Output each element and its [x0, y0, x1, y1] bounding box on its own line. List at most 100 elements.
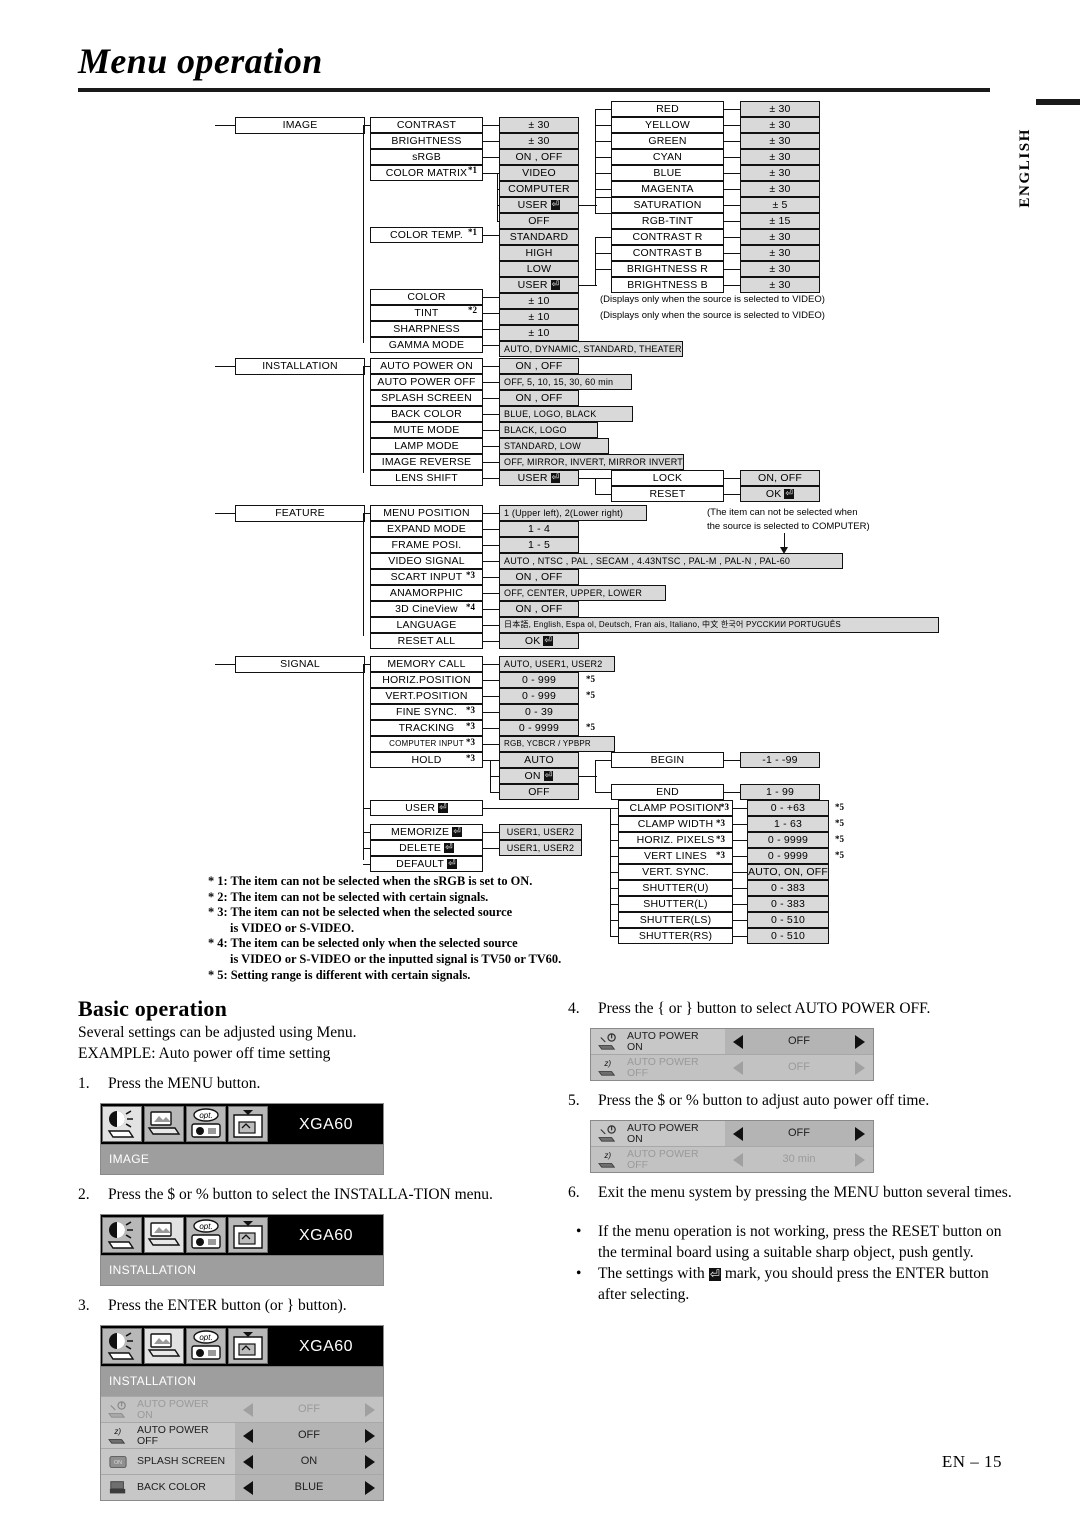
osd-row-auto-power-off[interactable]: z) AUTO POWER OFF OFF [591, 1054, 873, 1080]
bullet-1: • If the menu operation is not working, p… [568, 1221, 1020, 1263]
footnote-ref-3h: *3 [716, 834, 725, 844]
tree-value-vert-sync: AUTO, ON, OFF [747, 864, 829, 880]
tree-item-reset-all: RESET ALL [370, 633, 483, 649]
footnote-ref-3f: *3 [720, 802, 729, 812]
tab-installation-icon[interactable] [144, 1217, 184, 1253]
osd-row-value-control[interactable]: OFF [725, 1055, 873, 1080]
tree-value-contrast: ± 30 [499, 117, 579, 133]
tree-value-color: ± 10 [499, 293, 579, 309]
arrow-right-icon[interactable] [855, 1126, 865, 1141]
footnote-ref-3e: *3 [466, 753, 475, 763]
osd-row-auto-power-on[interactable]: AUTO POWER ON OFF [591, 1029, 873, 1054]
tab-image-icon[interactable] [102, 1217, 142, 1253]
arrow-left-icon[interactable] [243, 1402, 253, 1417]
bullet-mark: • [576, 1223, 582, 1240]
osd-row-value-control[interactable]: 30 min [725, 1147, 873, 1172]
footnote-ref-3b: *3 [466, 705, 475, 715]
osd-row-label: AUTO POWER OFF [627, 1055, 699, 1079]
osd-row-value-control[interactable]: OFF [235, 1397, 383, 1422]
tree-value-lens-shift: USER ⏎ [499, 470, 579, 486]
tree-item-contrast-r: CONTRAST R [611, 229, 724, 245]
arrow-left-icon[interactable] [733, 1060, 743, 1075]
tree-value-shutter-rs: 0 - 510 [747, 928, 829, 944]
tree-item-color-matrix: COLOR MATRIX [370, 165, 483, 181]
tree-value-tracking: 0 - 9999 [499, 720, 579, 736]
tree-item-brightness-b: BRIGHTNESS B [611, 277, 724, 293]
tree-value-end: 1 - 99 [740, 784, 820, 800]
footnote-3: * 3: The item can not be selected when t… [208, 905, 513, 920]
basic-intro-line2: EXAMPLE: Auto power off time setting [78, 1045, 331, 1062]
arrow-right-icon[interactable] [365, 1402, 375, 1417]
tree-item-brightness: BRIGHTNESS [370, 133, 483, 149]
arrow-right-icon[interactable] [855, 1060, 865, 1075]
auto-power-on-icon [591, 1124, 625, 1143]
arrow-right-icon[interactable] [365, 1480, 375, 1495]
tab-feature-icon[interactable]: opt. [186, 1328, 226, 1364]
tree-value-shutter-l: 0 - 383 [747, 896, 829, 912]
osd-menu-title-1: IMAGE [101, 1144, 383, 1174]
osd-row-value-control[interactable]: OFF [725, 1121, 873, 1146]
tree-value-splash-screen: ON , OFF [499, 390, 579, 406]
arrow-right-icon[interactable] [855, 1034, 865, 1049]
tab-signal-icon[interactable] [228, 1217, 268, 1253]
footnote-ref-3d: *3 [466, 737, 475, 747]
osd-screenshot-installation-tab: opt. XGA60 INSTALLATION [100, 1214, 384, 1286]
osd-row-value-control[interactable]: OFF [235, 1423, 383, 1448]
svg-text:opt.: opt. [199, 1111, 212, 1120]
osd-row-auto-power-off[interactable]: z) AUTO POWER OFF 30 min [591, 1146, 873, 1172]
arrow-left-icon[interactable] [733, 1152, 743, 1167]
tab-feature-icon[interactable]: opt. [186, 1106, 226, 1142]
osd-row-value-control[interactable]: BLUE [235, 1475, 383, 1500]
footnote-ref-5e: *5 [835, 818, 844, 828]
right-text-column: 4. Press the { or } button to select AUTO… [568, 998, 1020, 1305]
tree-value-ct-high: HIGH [499, 245, 579, 261]
tree-root-installation: INSTALLATION [235, 358, 365, 375]
osd-row-auto-power-on[interactable]: AUTO POWER ON OFF [591, 1121, 873, 1146]
tab-image-icon[interactable] [102, 1106, 142, 1142]
osd-row-value-control[interactable]: OFF [725, 1029, 873, 1054]
tree-item-shutter-u: SHUTTER(U) [618, 880, 733, 896]
tree-value-cm-computer: COMPUTER [499, 181, 579, 197]
tree-item-mute-mode: MUTE MODE [370, 422, 483, 438]
tab-installation-icon[interactable] [144, 1328, 184, 1364]
tree-item-gamma-mode: GAMMA MODE [370, 337, 483, 353]
tree-value-rgb-tint: ± 15 [740, 213, 820, 229]
arrow-left-icon[interactable] [243, 1480, 253, 1495]
step-6-text: Exit the menu system by pressing the MEN… [598, 1184, 1012, 1201]
bullet-2-text-a: The settings with [598, 1265, 705, 1282]
tree-item-splash-screen: SPLASH SCREEN [370, 390, 483, 406]
tree-item-srgb: sRGB [370, 149, 483, 165]
tab-image-icon[interactable] [102, 1328, 142, 1364]
osd-row-value: OFF [788, 1035, 810, 1047]
tab-signal-icon[interactable] [228, 1328, 268, 1364]
arrow-right-icon[interactable] [365, 1428, 375, 1443]
tree-value-cm-user: USER ⏎ [499, 197, 579, 213]
osd-row-value: OFF [788, 1127, 810, 1139]
osd-row-auto-power-off[interactable]: z) AUTO POWER OFF OFF [101, 1422, 383, 1448]
tree-item-back-color: BACK COLOR [370, 406, 483, 422]
tab-signal-icon[interactable] [228, 1106, 268, 1142]
tree-item-begin: BEGIN [611, 752, 724, 768]
step-2-number: 2. [78, 1186, 90, 1203]
tree-item-video-signal: VIDEO SIGNAL [370, 553, 483, 569]
arrow-left-icon[interactable] [733, 1034, 743, 1049]
page-number: EN – 15 [941, 1452, 1002, 1471]
tree-value-hold-auto: AUTO [499, 752, 579, 768]
tree-value-cm-off: OFF [499, 213, 579, 229]
arrow-left-icon[interactable] [733, 1126, 743, 1141]
tab-installation-icon[interactable] [144, 1106, 184, 1142]
footnote-ref-5d: *5 [835, 802, 844, 812]
left-text-column: Basic operation Several settings can be … [78, 998, 530, 1501]
enter-mark-icon: ⏎ [452, 827, 462, 837]
arrow-left-icon[interactable] [243, 1428, 253, 1443]
auto-power-off-icon: z) [591, 1151, 625, 1169]
osd-row-back-color[interactable]: BACK COLOR BLUE [101, 1474, 383, 1500]
bullet-mark: • [576, 1265, 582, 1282]
osd-row-label: AUTO POWER ON [137, 1397, 209, 1421]
osd-row-auto-power-on[interactable]: AUTO POWER ON OFF [101, 1396, 383, 1422]
tab-feature-icon[interactable]: opt. [186, 1217, 226, 1253]
tree-value-contrast-r: ± 30 [740, 229, 820, 245]
tree-value-sharpness: ± 10 [499, 325, 579, 341]
tree-item-contrast: CONTRAST [370, 117, 483, 133]
arrow-right-icon[interactable] [855, 1152, 865, 1167]
